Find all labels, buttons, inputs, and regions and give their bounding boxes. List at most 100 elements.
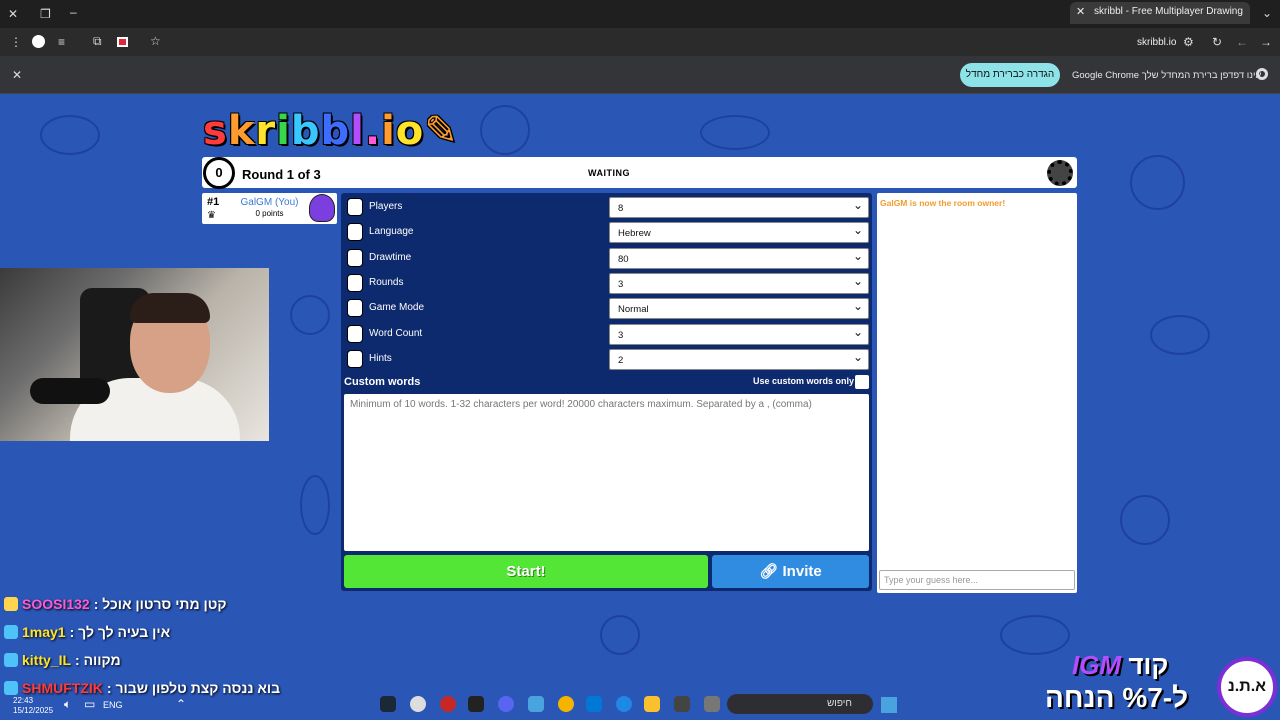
language-select[interactable]: Hebrew [609, 222, 869, 243]
game-mode-select[interactable]: Normal [609, 298, 869, 319]
skribbl-logo: skribbl.io✎ [203, 108, 459, 154]
invite-button[interactable]: 🔗︎ Invite [712, 555, 869, 588]
chat-system-message: GalGM is now the room owner! [880, 198, 1006, 208]
epic-icon[interactable] [468, 696, 484, 712]
network-icon[interactable]: ▭ [84, 698, 95, 710]
rounds-icon [347, 274, 363, 292]
chrome-icon [1256, 68, 1268, 80]
game-top-bar [202, 157, 1077, 188]
setting-label: Players [369, 201, 403, 212]
invite-label: Invite [782, 563, 822, 580]
setting-row-hints: Hints 2 [341, 348, 872, 370]
drawtime-select[interactable]: 80 [609, 248, 869, 269]
browser-toolbar: ⋮ ≡ ⧉ ☆ skribbl.io ⚙ ↻ ← → [0, 28, 1280, 56]
address-bar[interactable]: skribbl.io [1137, 37, 1176, 48]
share-icon[interactable]: ⧉ [93, 35, 102, 47]
windows-start-icon[interactable] [881, 697, 897, 713]
back-icon[interactable]: → [1260, 36, 1272, 48]
word-count-select[interactable]: 3 [609, 324, 869, 345]
record-icon[interactable] [117, 37, 128, 47]
close-window-icon[interactable]: ✕ [8, 8, 18, 20]
edge-icon[interactable] [616, 696, 632, 712]
taskbar-search[interactable]: חיפוש [727, 694, 873, 714]
rounds-select[interactable]: 3 [609, 273, 869, 294]
photos-icon[interactable] [528, 696, 544, 712]
taskbar-time: 22:43 [13, 696, 34, 705]
guess-input[interactable]: Type your guess here... [879, 570, 1075, 590]
start-button[interactable]: Start! [344, 555, 708, 588]
link-icon: 🔗︎ [759, 563, 783, 580]
setting-row-game-mode: Game Mode Normal [341, 297, 872, 319]
browser-tab[interactable]: ✕ skribbl - Free Multiplayer Drawing [1070, 2, 1250, 24]
avatar [309, 194, 335, 222]
taskbar-language[interactable]: ENG [103, 700, 123, 710]
chat-message: : מקווה [75, 652, 121, 668]
app-icon[interactable] [440, 696, 456, 712]
forward-icon[interactable]: ← [1236, 36, 1248, 48]
setting-label: Drawtime [369, 252, 412, 263]
bookmark-star-icon[interactable]: ☆ [150, 35, 161, 47]
extensions-icon[interactable]: ≡ [58, 36, 65, 48]
hints-select[interactable]: 2 [609, 349, 869, 370]
chat-user: kitty_IL [22, 652, 72, 668]
menu-icon[interactable]: ⋮ [10, 36, 22, 48]
setting-label: Rounds [369, 277, 404, 288]
clock-icon [347, 249, 363, 267]
steam-icon[interactable] [380, 696, 396, 712]
settings-gear-icon[interactable] [1047, 160, 1073, 186]
reload-icon[interactable]: ↻ [1212, 36, 1222, 48]
custom-words-only-label: Use custom words only [753, 376, 855, 386]
discord-icon[interactable] [498, 696, 514, 712]
tab-title: skribbl - Free Multiplayer Drawing [1094, 6, 1243, 17]
badge-icon [4, 625, 18, 639]
player-card[interactable]: #1 ♛ GalGM (You) 0 points [202, 193, 337, 224]
site-settings-icon[interactable]: ⚙ [1183, 36, 1194, 48]
browser-tab-bar: ✕ ❐ – + ✕ skribbl - Free Multiplayer Dra… [0, 0, 1280, 28]
badge-icon [4, 597, 18, 611]
chrome-taskbar-icon[interactable] [558, 696, 574, 712]
players-select[interactable]: 8 [609, 197, 869, 218]
webcam-overlay [0, 268, 269, 441]
setting-label: Language [369, 226, 414, 237]
minimize-window-icon[interactable]: – [70, 6, 77, 18]
app2-icon[interactable] [674, 696, 690, 712]
game-status: WAITING [588, 168, 630, 178]
player-icon [347, 198, 363, 216]
round-indicator: Round 1 of 3 [242, 167, 321, 182]
infobar-text: Google Chrome אינו דפדפן ברירת המחדל שלך [1072, 70, 1262, 81]
tray-chevron-icon[interactable]: ⌃ [176, 698, 186, 710]
player-rank: #1 [207, 196, 220, 208]
setting-row-rounds: Rounds 3 [341, 272, 872, 294]
restore-window-icon[interactable]: ❐ [40, 8, 51, 20]
tab-search-icon[interactable]: ⌄ [1262, 7, 1272, 19]
default-browser-infobar: ✕ הגדרה כברירת מחדל Google Chrome אינו ד… [0, 56, 1280, 94]
chat-message: : אין בעיה לך לך [69, 624, 171, 640]
obs-icon[interactable] [410, 696, 426, 712]
chat-user: 1may1 [22, 624, 66, 640]
custom-words-only-checkbox[interactable] [855, 375, 869, 389]
close-infobar-icon[interactable]: ✕ [12, 69, 22, 81]
folder-icon[interactable] [644, 696, 660, 712]
chat-panel: GalGM is now the room owner! Type your g… [877, 193, 1077, 593]
setting-row-language: Language Hebrew [341, 221, 872, 243]
hint-icon [347, 350, 363, 368]
badge-icon [4, 653, 18, 667]
mode-icon [347, 299, 363, 317]
chat-message: : קטן מתי סרטון אוכל [93, 596, 227, 612]
volume-icon[interactable]: 🔈︎ [64, 698, 71, 710]
close-tab-icon[interactable]: ✕ [1076, 5, 1085, 18]
app3-icon[interactable] [704, 696, 720, 712]
chat-user: SOOSI132 [22, 596, 90, 612]
taskbar-date: 15/12/2025 [13, 706, 54, 715]
custom-words-title: Custom words [344, 376, 421, 388]
set-default-button[interactable]: הגדרה כברירת מחדל [960, 63, 1060, 87]
setting-row-drawtime: Drawtime 80 [341, 247, 872, 269]
store-icon[interactable] [586, 696, 602, 712]
promo-code: IGM קוד [1072, 650, 1169, 680]
player-name: GalGM (You) [240, 197, 299, 208]
timer-clock: 0 [203, 157, 235, 189]
stream-chat-line: kitty_IL: מקווה [4, 652, 121, 672]
setting-row-players: Players 8 [341, 196, 872, 218]
custom-words-textarea[interactable]: Minimum of 10 words. 1-32 characters per… [344, 394, 869, 551]
profile-icon[interactable] [32, 35, 45, 48]
